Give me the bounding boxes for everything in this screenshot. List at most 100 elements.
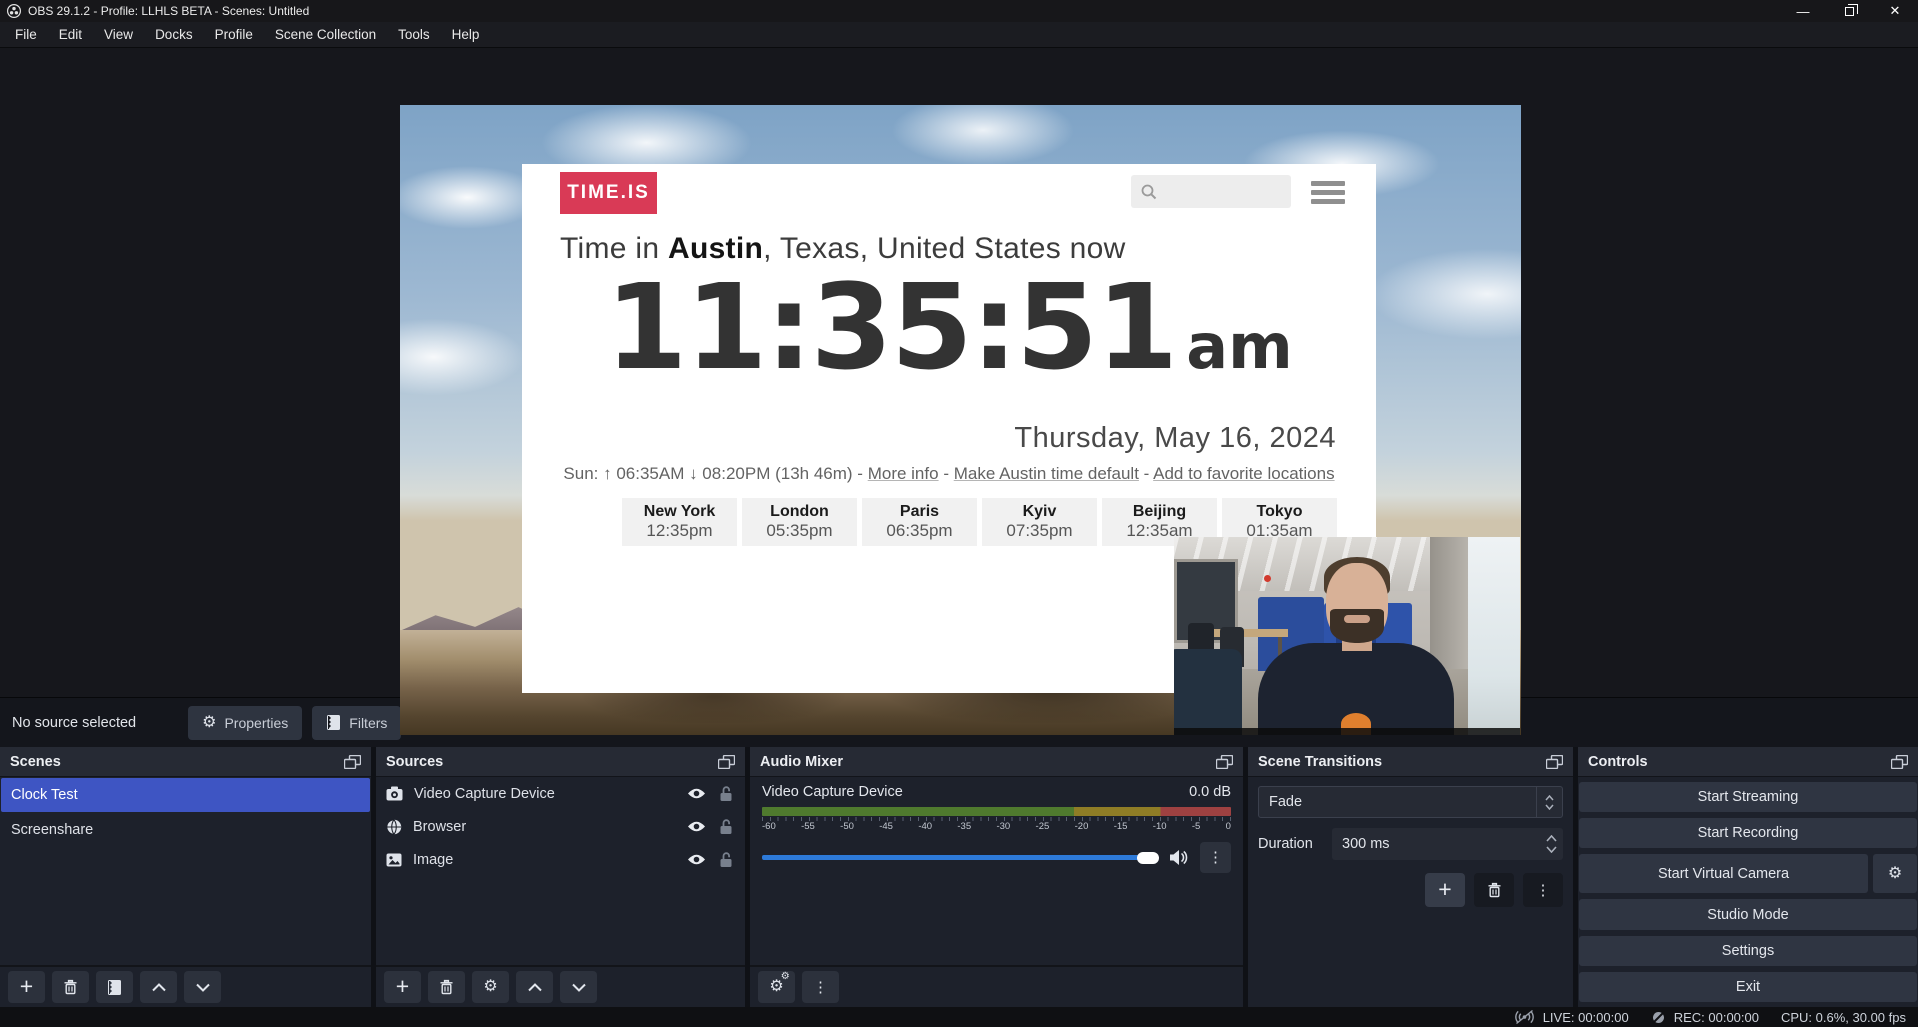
minimize-button[interactable]: — [1780,0,1826,22]
controls-header: Controls [1578,747,1918,777]
source-item-browser[interactable]: Browser [376,810,745,843]
volume-meter-scale: -60-55-50-45-40-35-30-25-20-15-10-50 [762,817,1231,834]
preview-canvas[interactable]: TIME.IS Time in Austin, Texas, United St… [400,105,1521,735]
titlebar: OBS 29.1.2 - Profile: LLHLS BETA - Scene… [0,0,1918,22]
timeis-link-add-favorite: Add to favorite locations [1153,464,1334,483]
speaker-icon[interactable] [1169,849,1189,866]
lock-icon[interactable] [719,819,733,835]
popout-icon[interactable] [1216,755,1233,769]
menu-docks[interactable]: Docks [144,22,204,47]
hamburger-menu-icon [1311,181,1345,204]
preview-area: TIME.IS Time in Austin, Texas, United St… [0,48,1918,697]
dock-row: Scenes Clock Test Screenshare + [0,747,1918,1007]
mixer-menu-button[interactable]: ⋮ [802,971,839,1003]
start-streaming-button[interactable]: Start Streaming [1579,782,1917,812]
obs-window: OBS 29.1.2 - Profile: LLHLS BETA - Scene… [0,0,1918,1027]
trash-icon [1487,882,1502,898]
minimize-icon: — [1797,4,1810,19]
eye-icon[interactable] [687,853,706,866]
filters-button[interactable]: Filters [312,706,401,740]
scenes-footer: + [0,965,371,1007]
restore-icon [1845,7,1854,16]
timeis-clock-digits: 11:35:51 [605,268,1176,386]
window-title: OBS 29.1.2 - Profile: LLHLS BETA - Scene… [28,4,309,18]
scene-item-screenshare[interactable]: Screenshare [1,813,370,847]
close-button[interactable]: ✕ [1872,0,1918,22]
filters-icon [326,714,341,731]
move-source-up-button[interactable] [516,971,553,1003]
kebab-icon: ⋮ [1208,850,1223,865]
remove-scene-button[interactable] [52,971,89,1003]
mixer-options-button[interactable]: ⋮ [1200,842,1231,873]
chevron-up-icon [152,983,166,992]
menu-tools[interactable]: Tools [387,22,441,47]
menu-profile[interactable]: Profile [204,22,264,47]
maximize-button[interactable] [1826,0,1872,22]
close-icon: ✕ [1890,3,1901,19]
chevron-up-icon [528,983,542,992]
webcam-overlay [1174,537,1520,735]
menubar: File Edit View Docks Profile Scene Colle… [0,22,1918,48]
source-properties-button[interactable]: ⚙ [472,971,509,1003]
popout-icon[interactable] [1546,755,1563,769]
transition-select[interactable]: Fade [1258,786,1563,818]
lock-icon[interactable] [719,852,733,868]
popout-icon[interactable] [1891,755,1908,769]
lock-icon[interactable] [719,786,733,802]
kebab-icon: ⋮ [813,980,828,995]
studio-mode-button[interactable]: Studio Mode [1579,899,1917,929]
add-source-button[interactable]: + [384,971,421,1003]
spin-down-icon[interactable] [1546,846,1557,853]
duration-spinbox[interactable]: 300 ms [1332,828,1563,860]
popout-icon[interactable] [344,755,361,769]
scene-filters-button[interactable] [96,971,133,1003]
plus-icon: + [1438,878,1451,901]
settings-button[interactable]: Settings [1579,936,1917,966]
move-scene-down-button[interactable] [184,971,221,1003]
combo-arrows-icon [1536,787,1562,817]
gear-icon: ⚙ [1888,866,1902,882]
source-item-image[interactable]: Image [376,843,745,876]
chevron-down-icon [572,983,586,992]
volume-slider[interactable] [762,855,1158,860]
eye-icon[interactable] [687,787,706,800]
menu-file[interactable]: File [4,22,48,47]
search-icon [1140,183,1158,201]
transition-properties-button[interactable]: ⋮ [1523,873,1563,907]
start-virtual-camera-button[interactable]: Start Virtual Camera [1579,854,1868,893]
obs-logo-icon [7,4,21,18]
menu-view[interactable]: View [93,22,144,47]
gear-icon: ⚙ [202,715,216,731]
start-recording-button[interactable]: Start Recording [1579,818,1917,848]
volume-meter [762,807,1231,816]
popout-icon[interactable] [718,755,735,769]
source-item-video-capture[interactable]: Video Capture Device [376,777,745,810]
scene-transitions-header: Scene Transitions [1248,747,1573,777]
properties-button[interactable]: ⚙ Properties [188,706,302,740]
volume-slider-handle[interactable] [1137,852,1159,864]
virtual-camera-settings-button[interactable]: ⚙ [1873,854,1917,893]
camera-icon [386,786,403,801]
status-bar: LIVE: 00:00:00 REC: 00:00:00 CPU: 0.6%, … [0,1007,1918,1027]
spin-up-icon[interactable] [1546,835,1557,842]
advanced-audio-icon: ⚙⚙ [769,978,783,996]
move-scene-up-button[interactable] [140,971,177,1003]
menu-scene-collection[interactable]: Scene Collection [264,22,387,47]
world-clock-london: London05:35pm [742,498,857,546]
rec-status: REC: 00:00:00 [1651,1010,1759,1025]
remove-transition-button[interactable] [1474,873,1514,907]
menu-edit[interactable]: Edit [48,22,93,47]
trash-icon [439,979,454,995]
eye-icon[interactable] [687,820,706,833]
add-scene-button[interactable]: + [8,971,45,1003]
remove-source-button[interactable] [428,971,465,1003]
scene-item-clock-test[interactable]: Clock Test [1,778,370,812]
advanced-audio-button[interactable]: ⚙⚙ [758,971,795,1003]
menu-help[interactable]: Help [441,22,491,47]
plus-icon: + [396,975,409,998]
exit-button[interactable]: Exit [1579,972,1917,1002]
add-transition-button[interactable]: + [1425,873,1465,907]
webcam-window [1468,537,1520,735]
cpu-fps-status: CPU: 0.6%, 30.00 fps [1781,1010,1906,1025]
move-source-down-button[interactable] [560,971,597,1003]
